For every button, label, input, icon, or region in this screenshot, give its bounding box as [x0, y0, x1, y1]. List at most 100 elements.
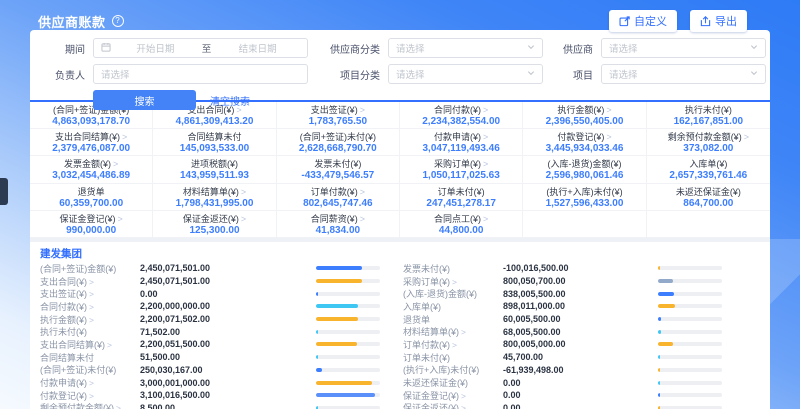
export-icon: [700, 16, 711, 27]
help-icon[interactable]: ?: [112, 15, 124, 27]
stat-bar-fill: [316, 381, 372, 385]
metric-card[interactable]: 付款申请(¥)>3,047,119,493.46: [400, 129, 523, 156]
metric-value: 3,047,119,493.46: [400, 143, 522, 155]
metric-card[interactable]: 采购订单(¥)>1,050,117,025.63: [400, 156, 523, 183]
supplier-select[interactable]: 请选择: [601, 38, 766, 58]
stat-label[interactable]: 付款登记(¥)>: [40, 389, 140, 402]
group-stat-row: 采购订单(¥)>800,050,700.00: [403, 275, 722, 288]
stat-bar-fill: [658, 368, 660, 372]
project-category-select[interactable]: 请选择: [388, 64, 543, 84]
group-section: 建发集团 (合同+签证)金额(¥)2,450,071,501.00支出合同(¥)…: [30, 242, 770, 409]
stat-bar-fill: [316, 342, 357, 346]
supplier-category-select[interactable]: 请选择: [388, 38, 543, 58]
stat-bar-fill: [658, 393, 660, 397]
stat-bar-track: [316, 304, 380, 308]
metric-value: 3,445,934,033.46: [523, 143, 645, 155]
group-stat-row: (执行+入库)未付(¥)-61,939,498.00: [403, 364, 722, 377]
metric-card[interactable]: 合同薪资(¥)>41,834.00: [277, 211, 400, 238]
metric-card[interactable]: 保证金返还(¥)>125,300.00: [153, 211, 276, 238]
stat-label: 订单未付(¥): [403, 351, 503, 364]
group-stat-row: 付款登记(¥)>3,100,016,500.00: [40, 389, 380, 402]
stat-value: 2,450,071,501.00: [140, 263, 280, 273]
metrics-grid: (合同+签证)金额(¥)4,863,093,178.70支出合同(¥)>4,86…: [30, 102, 770, 238]
stat-label[interactable]: 采购订单(¥)>: [403, 275, 503, 288]
customize-button[interactable]: 自定义: [609, 10, 677, 32]
metric-label: (合同+签证)未付(¥): [277, 132, 399, 143]
end-date-placeholder[interactable]: 结束日期: [215, 41, 300, 55]
search-button[interactable]: 搜索: [93, 90, 196, 110]
stat-bar-track: [316, 330, 380, 334]
chevron-right-icon: >: [241, 214, 246, 224]
metric-label: 材料结算单(¥)>: [153, 187, 275, 198]
project-select[interactable]: 请选择: [601, 64, 766, 84]
metric-card-empty: [647, 211, 770, 238]
group-stat-row: 保证金返还(¥)>0.00: [403, 402, 722, 409]
start-date-placeholder[interactable]: 开始日期: [113, 41, 198, 55]
chevron-right-icon: >: [483, 214, 488, 224]
stat-value: -61,939,498.00: [503, 365, 643, 375]
stat-value: 0.00: [140, 289, 280, 299]
metric-label: 发票未付(¥): [277, 159, 399, 170]
stat-label[interactable]: 保证金返还(¥)>: [403, 401, 503, 409]
metric-label: 付款申请(¥)>: [400, 132, 522, 143]
stat-label[interactable]: 支出合同结算(¥)>: [40, 338, 140, 351]
metric-value: 41,834.00: [277, 225, 399, 237]
project-placeholder: 请选择: [609, 67, 638, 81]
metric-card[interactable]: 合同点工(¥)>44,800.00: [400, 211, 523, 238]
metric-card: (执行+入库)未付(¥)1,527,596,433.00: [523, 184, 646, 211]
metric-card[interactable]: 材料结算单(¥)>1,798,431,995.00: [153, 184, 276, 211]
chevron-right-icon: >: [107, 340, 112, 350]
page-header: 供应商账款 ? 自定义 导出: [38, 9, 747, 33]
chevron-down-icon: [750, 69, 758, 80]
supplier-placeholder: 请选择: [609, 41, 638, 55]
stat-value: 2,200,000,000.00: [140, 301, 280, 311]
stat-bar-track: [316, 279, 380, 283]
metric-card[interactable]: 支出合同结算(¥)>2,379,476,087.00: [30, 129, 153, 156]
stat-label[interactable]: 执行金额(¥)>: [40, 313, 140, 326]
metric-value: 145,093,533.00: [153, 143, 275, 155]
date-range-separator: 至: [202, 41, 212, 55]
clear-search-link[interactable]: 清空搜索: [210, 93, 250, 108]
metric-card: 发票未付(¥)-433,479,546.57: [277, 156, 400, 183]
stat-bar-track: [658, 355, 722, 359]
stat-label[interactable]: 合同付款(¥)>: [40, 300, 140, 313]
metric-card: 合同结算未付145,093,533.00: [153, 129, 276, 156]
metric-card[interactable]: 发票金额(¥)>3,032,454,486.89: [30, 156, 153, 183]
metric-value: 2,234,382,554.00: [400, 116, 522, 128]
group-name-link[interactable]: 建发集团: [40, 248, 82, 260]
metric-card[interactable]: 订单付款(¥)>802,645,747.46: [277, 184, 400, 211]
stat-bar-track: [316, 381, 380, 385]
owner-input[interactable]: 请选择: [93, 64, 308, 84]
export-button[interactable]: 导出: [690, 10, 747, 32]
stat-label[interactable]: 保证金登记(¥)>: [403, 389, 503, 402]
period-range-input[interactable]: 开始日期 至 结束日期: [93, 38, 308, 58]
group-stat-row: 付款申请(¥)>3,000,001,000.00: [40, 376, 380, 389]
metric-label: 发票金额(¥)>: [30, 159, 152, 170]
metric-label: 未返还保证金(¥): [647, 187, 770, 198]
stat-label[interactable]: 支出合同(¥)>: [40, 275, 140, 288]
export-label: 导出: [715, 13, 737, 29]
metric-value: 2,379,476,087.00: [30, 143, 152, 155]
stat-label[interactable]: 材料结算单(¥)>: [403, 325, 503, 338]
metric-card[interactable]: 剩余预付款金额(¥)>373,082.00: [647, 129, 770, 156]
stat-value: 3,100,016,500.00: [140, 390, 280, 400]
project-label: 项目: [553, 67, 593, 82]
group-stat-columns: (合同+签证)金额(¥)2,450,071,501.00支出合同(¥)>2,45…: [30, 262, 770, 409]
side-drawer-handle[interactable]: [0, 178, 8, 205]
metric-label: 入库单(¥): [647, 159, 770, 170]
stat-label[interactable]: 付款申请(¥)>: [40, 376, 140, 389]
stat-label: 退货单: [403, 313, 503, 326]
stat-label[interactable]: 支出签证(¥)>: [40, 287, 140, 300]
chevron-right-icon: >: [122, 132, 127, 142]
metric-card[interactable]: 保证金登记(¥)>990,000.00: [30, 211, 153, 238]
stat-label[interactable]: 剩余预付款金额(¥)>: [40, 401, 140, 409]
chevron-right-icon: >: [89, 378, 94, 388]
metric-value: 802,645,747.46: [277, 198, 399, 210]
metric-card[interactable]: 付款登记(¥)>3,445,934,033.46: [523, 129, 646, 156]
stat-label[interactable]: 订单付款(¥)>: [403, 338, 503, 351]
stat-label: 未返还保证金(¥): [403, 376, 503, 389]
stat-value: 60,005,500.00: [503, 314, 643, 324]
chevron-right-icon: >: [89, 315, 94, 325]
metric-value: 373,082.00: [647, 143, 770, 155]
stat-bar-fill: [316, 317, 358, 321]
